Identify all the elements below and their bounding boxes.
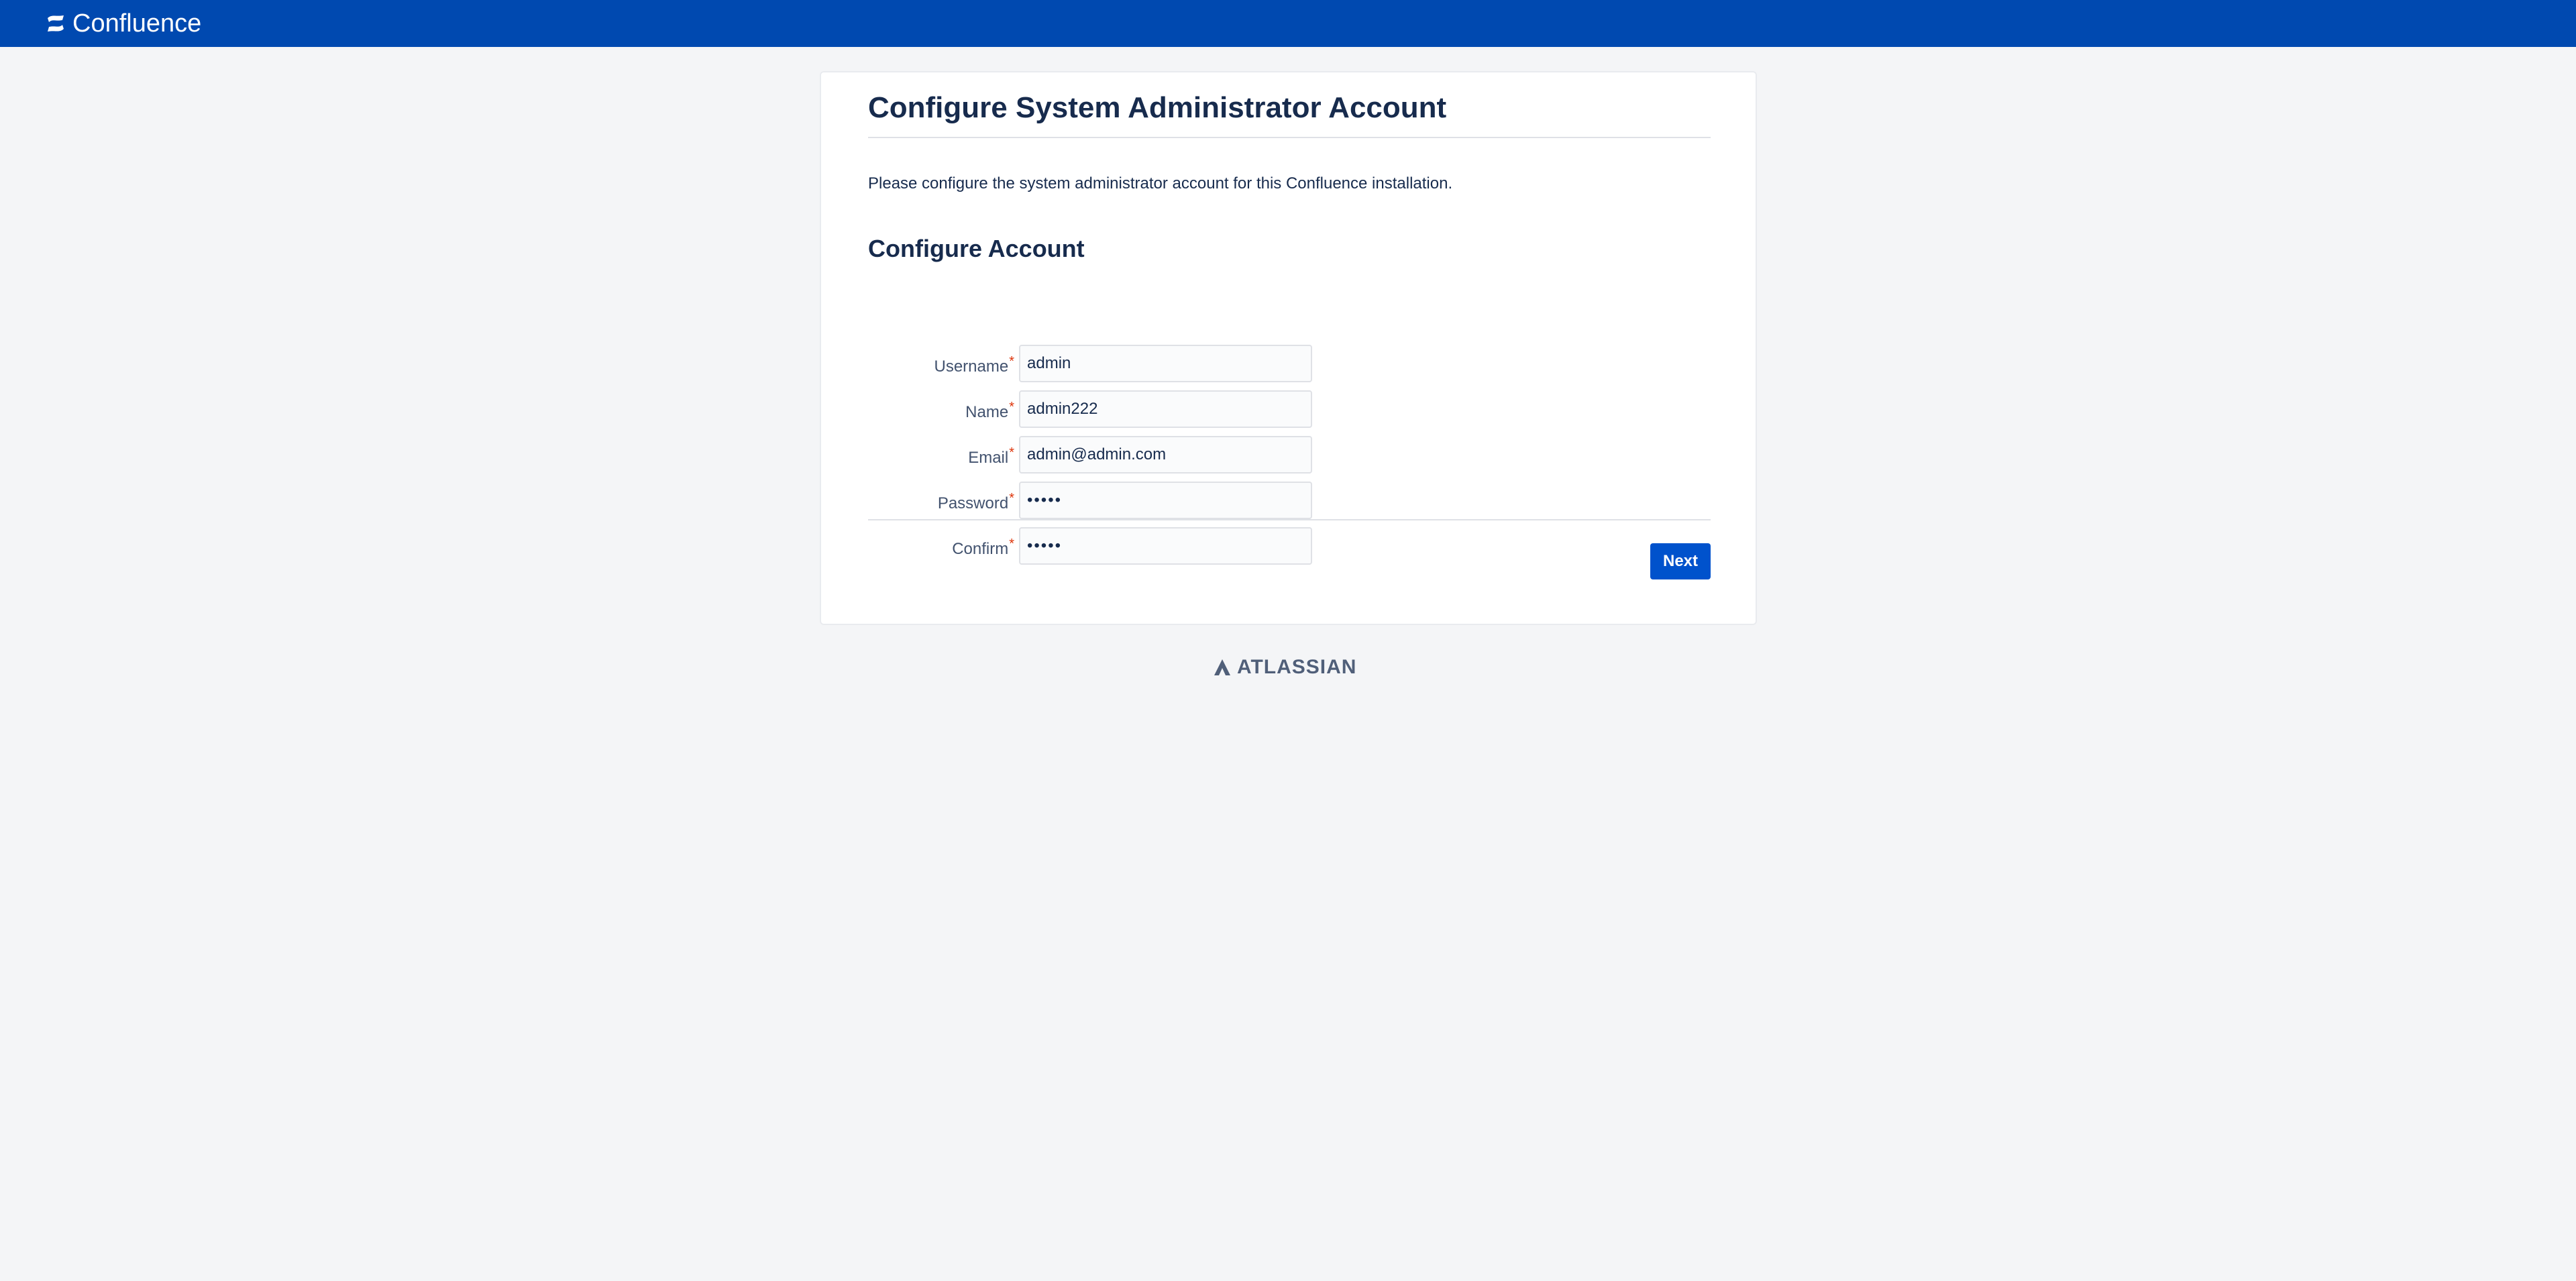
confluence-logo-icon — [46, 13, 66, 34]
email-row: Email* — [868, 436, 1338, 474]
name-input[interactable] — [1019, 390, 1312, 428]
confirm-row: Confirm* — [868, 527, 1338, 565]
required-marker: * — [1009, 445, 1014, 460]
required-marker: * — [1009, 400, 1014, 414]
password-row: Password* — [868, 482, 1338, 519]
username-row: Username* — [868, 345, 1338, 382]
password-input[interactable] — [1019, 482, 1312, 519]
atlassian-logo-icon — [1213, 658, 1232, 677]
username-label: Username* — [868, 354, 1014, 376]
password-label-text: Password — [937, 494, 1009, 512]
username-input[interactable] — [1019, 345, 1312, 382]
buttons-divider — [868, 519, 1711, 520]
top-navigation-bar: Confluence — [0, 0, 2576, 47]
password-label: Password* — [868, 491, 1014, 513]
intro-text: Please configure the system administrato… — [868, 174, 1453, 192]
page-title: Configure System Administrator Account — [868, 91, 1447, 124]
title-divider — [868, 137, 1711, 138]
required-marker: * — [1009, 537, 1014, 551]
username-label-text: Username — [934, 357, 1009, 376]
confirm-label: Confirm* — [868, 537, 1014, 559]
required-marker: * — [1009, 491, 1014, 506]
name-label: Name* — [868, 400, 1014, 422]
atlassian-footer-logo[interactable]: ATLASSIAN — [1213, 656, 1356, 679]
brand-name: Confluence — [72, 9, 202, 38]
section-title: Configure Account — [868, 235, 1085, 262]
confluence-brand[interactable]: Confluence — [46, 9, 201, 38]
confirm-password-input[interactable] — [1019, 527, 1312, 565]
next-button[interactable]: Next — [1650, 543, 1711, 579]
email-label-text: Email — [968, 449, 1009, 467]
email-label: Email* — [868, 445, 1014, 467]
name-row: Name* — [868, 390, 1338, 428]
name-label-text: Name — [965, 403, 1009, 421]
confirm-label-text: Confirm — [952, 540, 1009, 558]
atlassian-wordmark: ATLASSIAN — [1237, 656, 1357, 678]
email-input[interactable] — [1019, 436, 1312, 474]
setup-card: Configure System Administrator Account P… — [820, 71, 1757, 625]
required-marker: * — [1009, 354, 1014, 369]
